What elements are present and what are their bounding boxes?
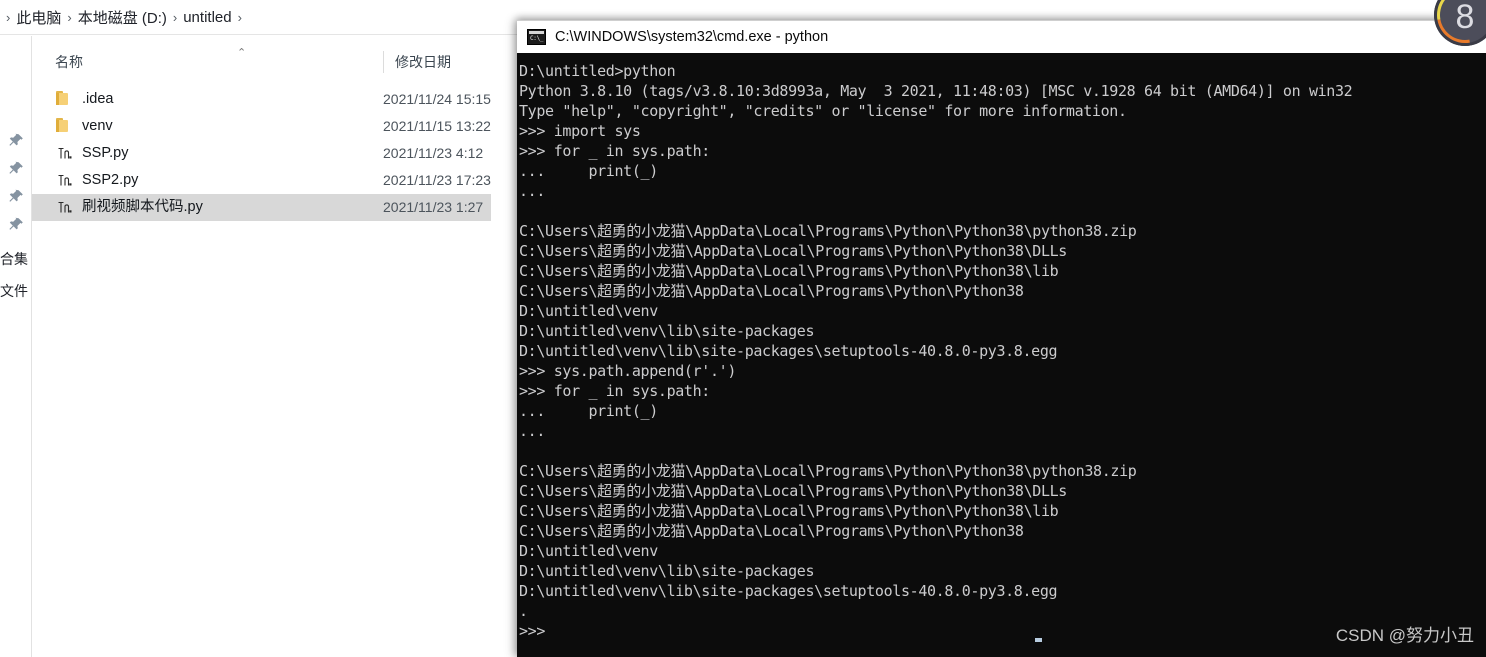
breadcrumb-separator-3[interactable]: ›	[232, 10, 248, 25]
corner-counter-badge[interactable]: 8	[1434, 0, 1486, 46]
file-date-modified: 2021/11/23 17:23	[383, 172, 491, 188]
terminal-line: D:\untitled\venv\lib\site-packages	[519, 322, 815, 340]
terminal-output[interactable]: D:\untitled>python Python 3.8.10 (tags/v3…	[517, 53, 1486, 657]
python-file-icon	[56, 199, 73, 216]
folder-icon	[56, 91, 73, 108]
table-row[interactable]: 刷视频脚本代码.py 2021/11/23 1:27	[32, 194, 491, 221]
cmd-icon-glyph-text: C:\_	[530, 35, 544, 42]
terminal-line: D:\untitled\venv\lib\site-packages\setup…	[519, 342, 1058, 360]
table-row[interactable]: .idea 2021/11/24 15:15	[32, 86, 491, 113]
file-name: SSP2.py	[82, 172, 139, 188]
terminal-line: D:\untitled\venv\lib\site-packages\setup…	[519, 582, 1058, 600]
pin-icon[interactable]	[8, 132, 25, 149]
watermark-text: CSDN @努力小丑	[1335, 626, 1474, 645]
terminal-line: .	[519, 602, 528, 620]
terminal-titlebar[interactable]: C:\_ C:\WINDOWS\system32\cmd.exe - pytho…	[517, 20, 1486, 53]
terminal-line: C:\Users\超勇的小龙猫\AppData\Local\Programs\P…	[519, 282, 1024, 300]
pin-icon[interactable]	[8, 188, 25, 205]
terminal-line: C:\Users\超勇的小龙猫\AppData\Local\Programs\P…	[519, 522, 1024, 540]
table-row[interactable]: venv 2021/11/15 13:22	[32, 113, 491, 140]
file-date-modified: 2021/11/24 15:15	[383, 91, 491, 107]
file-date-modified: 2021/11/23 4:12	[383, 145, 484, 161]
terminal-line: >>> for _ in sys.path:	[519, 382, 710, 400]
terminal-title: C:\WINDOWS\system32\cmd.exe - python	[555, 29, 829, 45]
table-row[interactable]: SSP.py 2021/11/23 4:12	[32, 140, 491, 167]
terminal-line: ...	[519, 182, 546, 200]
file-name: SSP.py	[82, 145, 129, 161]
table-row[interactable]: SSP2.py 2021/11/23 17:23	[32, 167, 491, 194]
terminal-line: D:\untitled>python	[519, 62, 676, 80]
terminal-line: Python 3.8.10 (tags/v3.8.10:3d8993a, May…	[519, 82, 1353, 100]
terminal-line: C:\Users\超勇的小龙猫\AppData\Local\Programs\P…	[519, 242, 1067, 260]
terminal-line: C:\Users\超勇的小龙猫\AppData\Local\Programs\P…	[519, 262, 1059, 280]
pin-icon[interactable]	[8, 160, 25, 177]
breadcrumb-item-this-pc[interactable]: 此电脑	[16, 7, 61, 28]
terminal-line: D:\untitled\venv\lib\site-packages	[519, 562, 815, 580]
terminal-cursor	[1035, 638, 1042, 642]
terminal-line: ... print(_)	[519, 402, 658, 420]
python-file-icon	[56, 172, 73, 189]
cmd-terminal-window: C:\_ C:\WINDOWS\system32\cmd.exe - pytho…	[517, 20, 1486, 657]
navigation-pane-rail: 合集 文件	[0, 36, 32, 657]
folder-icon	[56, 118, 73, 135]
nav-item-label-clipped-1[interactable]: 合集	[0, 249, 28, 269]
pin-icon[interactable]	[8, 216, 25, 233]
cmd-icon: C:\_	[527, 29, 546, 45]
breadcrumb-separator-2[interactable]: ›	[167, 10, 183, 25]
nav-item-label-clipped-2[interactable]: 文件	[0, 281, 28, 301]
sort-ascending-caret-icon: ⌃	[237, 47, 247, 59]
file-name: .idea	[82, 91, 114, 107]
file-name: venv	[82, 118, 113, 134]
column-header-name[interactable]: 名称	[55, 46, 83, 78]
breadcrumb-item-local-disk-d[interactable]: 本地磁盘 (D:)	[78, 7, 167, 28]
terminal-line: >>> import sys	[519, 122, 641, 140]
terminal-line: D:\untitled\venv	[519, 302, 658, 320]
breadcrumb-item-untitled[interactable]: untitled	[183, 9, 231, 26]
terminal-line: >>> for _ in sys.path:	[519, 142, 710, 160]
breadcrumb-separator-leading: ›	[6, 9, 11, 25]
column-header-date-modified[interactable]: 修改日期	[383, 51, 451, 73]
terminal-line: C:\Users\超勇的小龙猫\AppData\Local\Programs\P…	[519, 502, 1059, 520]
terminal-line: C:\Users\超勇的小龙猫\AppData\Local\Programs\P…	[519, 462, 1137, 480]
file-date-modified: 2021/11/15 13:22	[383, 118, 491, 134]
terminal-line: C:\Users\超勇的小龙猫\AppData\Local\Programs\P…	[519, 222, 1137, 240]
file-date-modified: 2021/11/23 1:27	[383, 199, 484, 215]
breadcrumb-separator-1[interactable]: ›	[61, 10, 77, 25]
terminal-line: >>> sys.path.append(r'.')	[519, 362, 737, 380]
file-name: 刷视频脚本代码.py	[82, 199, 203, 215]
terminal-line: D:\untitled\venv	[519, 542, 658, 560]
terminal-line: Type "help", "copyright", "credits" or "…	[519, 102, 1127, 120]
badge-count: 8	[1455, 0, 1475, 36]
terminal-line: ... print(_)	[519, 162, 658, 180]
terminal-line: C:\Users\超勇的小龙猫\AppData\Local\Programs\P…	[519, 482, 1067, 500]
terminal-line: ...	[519, 422, 546, 440]
python-file-icon	[56, 145, 73, 162]
